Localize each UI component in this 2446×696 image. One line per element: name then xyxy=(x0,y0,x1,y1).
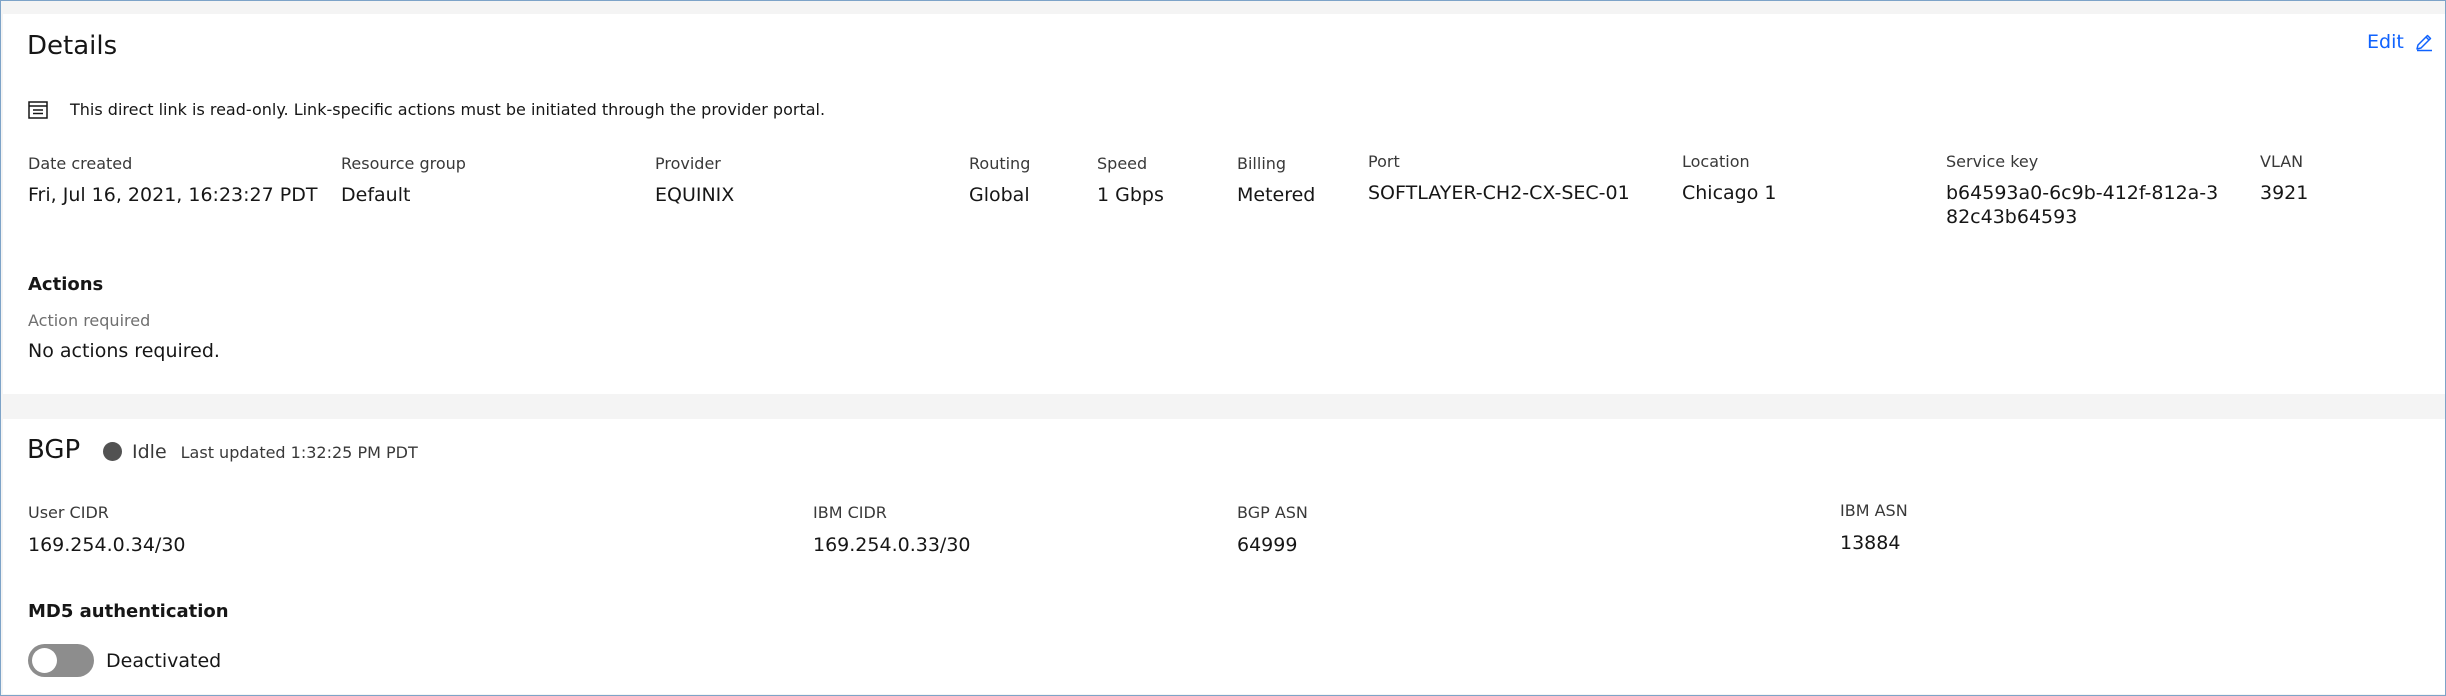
md5-toggle-wrap: Deactivated xyxy=(28,644,221,677)
details-card: Details Edit This direct link is read-on… xyxy=(3,14,2445,394)
toggle-knob xyxy=(32,648,57,673)
details-title: Details xyxy=(27,31,118,61)
ibm-asn-label: IBM ASN xyxy=(1840,501,1908,520)
resource-group-label: Resource group xyxy=(341,154,466,173)
service-key-value-line1: b64593a0-6c9b-412f-812a-3 xyxy=(1946,182,2219,204)
page-frame: Details Edit This direct link is read-on… xyxy=(0,0,2446,696)
port-label: Port xyxy=(1368,152,1400,171)
md5-title: MD5 authentication xyxy=(28,601,229,622)
md5-toggle-label: Deactivated xyxy=(106,649,222,672)
billing-label: Billing xyxy=(1237,154,1287,173)
service-key-value-line2: 82c43b64593 xyxy=(1946,206,2078,228)
ibm-cidr-value: 169.254.0.33/30 xyxy=(813,534,971,556)
pencil-icon[interactable] xyxy=(2414,32,2434,52)
bgp-card: BGP Idle Last updated 1:32:25 PM PDT Use… xyxy=(3,419,2445,694)
service-key-label: Service key xyxy=(1946,152,2039,171)
bgp-asn-label: BGP ASN xyxy=(1237,503,1308,522)
port-value: SOFTLAYER-CH2-CX-SEC-01 xyxy=(1368,182,1630,204)
last-updated: Last updated 1:32:25 PM PDT xyxy=(180,443,418,462)
routing-label: Routing xyxy=(969,154,1031,173)
md5-toggle[interactable] xyxy=(28,644,94,677)
vlan-value: 3921 xyxy=(2260,182,2309,204)
provider-value: EQUINIX xyxy=(655,184,735,206)
date-created-label: Date created xyxy=(28,154,133,173)
status-dot-icon xyxy=(103,442,122,461)
bgp-status: Idle Last updated 1:32:25 PM PDT xyxy=(103,439,418,463)
speed-value: 1 Gbps xyxy=(1097,184,1164,206)
edit-button[interactable]: Edit xyxy=(2367,31,2434,53)
actions-title: Actions xyxy=(28,274,104,295)
resource-group-value: Default xyxy=(341,184,411,206)
user-cidr-value: 169.254.0.34/30 xyxy=(28,534,186,556)
read-only-notice: This direct link is read-only. Link-spec… xyxy=(28,100,825,119)
edit-label[interactable]: Edit xyxy=(2367,31,2404,53)
billing-value: Metered xyxy=(1237,184,1316,206)
action-required-label: Action required xyxy=(28,311,151,330)
date-created-value: Fri, Jul 16, 2021, 16:23:27 PDT xyxy=(28,184,318,206)
bgp-asn-value: 64999 xyxy=(1237,534,1298,556)
speed-label: Speed xyxy=(1097,154,1148,173)
ibm-asn-value: 13884 xyxy=(1840,532,1901,554)
location-label: Location xyxy=(1682,152,1750,171)
bgp-title: BGP xyxy=(27,435,81,465)
routing-value: Global xyxy=(969,184,1030,206)
vlan-label: VLAN xyxy=(2260,152,2304,171)
status-text: Idle xyxy=(132,441,167,463)
ibm-cidr-label: IBM CIDR xyxy=(813,503,887,522)
location-value: Chicago 1 xyxy=(1682,182,1777,204)
action-required-value: No actions required. xyxy=(28,340,220,362)
user-cidr-label: User CIDR xyxy=(28,503,109,522)
provider-label: Provider xyxy=(655,154,721,173)
notification-icon xyxy=(28,100,48,119)
notice-text: This direct link is read-only. Link-spec… xyxy=(70,100,826,119)
